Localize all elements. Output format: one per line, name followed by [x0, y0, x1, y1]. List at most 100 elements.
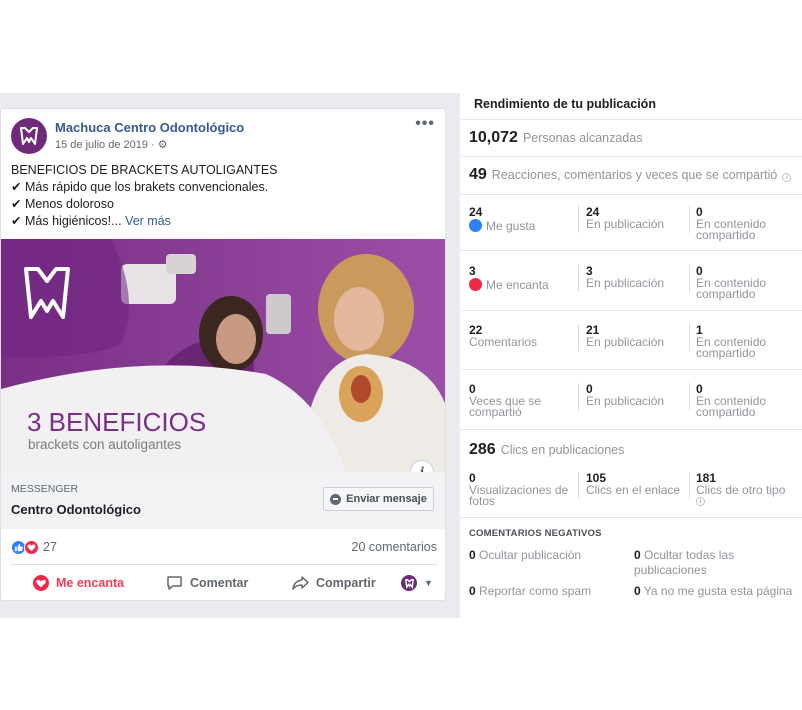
chevron-down-icon: ▼ [424, 578, 433, 588]
panel-divider [461, 369, 802, 370]
actions-divider [11, 564, 437, 565]
panel-divider [461, 310, 802, 311]
report-spam-stat: 0 Reportar como spam [469, 584, 592, 598]
love-react-button[interactable]: Me encanta [33, 575, 124, 591]
send-message-button[interactable]: Enviar mensaje [323, 487, 434, 511]
comment-button[interactable]: Comentar [166, 575, 248, 591]
like-icon [469, 219, 482, 232]
panel-divider [461, 156, 802, 157]
photo-views-cell: 0 Visualizaciones de fotos [469, 471, 569, 508]
likes-on-post-cell: 24 En publicación [586, 205, 665, 231]
link-clicks-cell: 105 Clics en el enlace [586, 471, 681, 497]
likes-shared-cell: 0 En contenido compartido [696, 205, 767, 242]
checkmark-icon: ✔ [11, 197, 22, 211]
page-avatar[interactable] [11, 118, 47, 154]
engagement-label: Reacciones, comentarios y veces que se c… [491, 168, 778, 182]
panel-divider [461, 250, 802, 251]
page-mini-avatar [401, 575, 417, 591]
post-options-button[interactable]: ••• [415, 115, 435, 133]
tooth-logo-icon [20, 127, 38, 145]
panel-divider [461, 517, 802, 518]
post-date[interactable]: 15 de julio de 2019 · ⚙ [55, 138, 168, 151]
heart-icon [33, 575, 49, 591]
post-date-text: 15 de julio de 2019 · [55, 139, 155, 151]
post-bullet: ✔ Menos doloroso [11, 197, 114, 211]
column-divider [578, 206, 579, 233]
panel-divider [461, 119, 802, 120]
panel-divider [461, 429, 802, 430]
comment-label: Comentar [190, 576, 249, 590]
column-divider [689, 265, 690, 292]
clicks-label: Clics en publicaciones [500, 443, 625, 457]
shares-shared-cell: 0 En contenido compartido [696, 382, 767, 419]
clicks-value: 286 [469, 441, 496, 458]
post-text: BENEFICIOS DE BRACKETS AUTOLIGANTES ✔ Más… [11, 162, 278, 230]
column-divider [689, 206, 690, 233]
love-react-label: Me encanta [56, 576, 125, 590]
column-divider [578, 383, 579, 410]
comments-on-post-cell: 21 En publicación [586, 323, 665, 349]
reach-row: 10,072 Personas alcanzadas [469, 129, 642, 147]
hide-post-stat: 0 Ocultar publicación [469, 548, 582, 562]
cta-label: MESSENGER [11, 483, 79, 495]
reactions-summary: 27 20 comentarios [11, 539, 437, 557]
info-icon[interactable]: i [696, 497, 705, 506]
reach-value: 10,072 [469, 129, 518, 146]
column-divider [689, 472, 690, 499]
love-icon [469, 278, 482, 291]
cta-title: Centro Odontológico [11, 502, 141, 517]
clicks-row: 286 Clics en publicaciones [469, 441, 624, 459]
panel-title: Rendimiento de tu publicación [474, 97, 656, 111]
screenshot-canvas: Machuca Centro Odontológico 15 de julio … [0, 0, 802, 710]
share-label: Compartir [316, 576, 376, 590]
post-performance-panel: Rendimiento de tu publicación 10,072 Per… [461, 93, 802, 623]
column-divider [689, 383, 690, 410]
other-clicks-cell: 181 Clics de otro tipo i [696, 471, 786, 506]
banner-headline: 3 BENEFICIOS [27, 407, 206, 437]
see-more-link[interactable]: Ver más [125, 214, 171, 228]
comment-icon [167, 576, 182, 590]
facebook-post: Machuca Centro Odontológico 15 de julio … [0, 108, 446, 601]
share-button[interactable]: Compartir [292, 575, 376, 591]
engagement-value: 49 [469, 166, 487, 183]
post-actions-bar: Me encanta Comentar Compartir ▼ [1, 569, 445, 597]
column-divider [578, 324, 579, 351]
engagement-row: 49 Reacciones, comentarios y veces que s… [469, 166, 792, 184]
privacy-gear-icon[interactable]: ⚙ [158, 139, 168, 151]
shares-total-cell: 0 Veces que se compartió [469, 382, 542, 419]
banner-subline: brackets con autoligantes [28, 437, 181, 452]
checkmark-icon: ✔ [11, 180, 22, 194]
share-icon [292, 576, 309, 590]
column-divider [578, 472, 579, 499]
reactions-count[interactable]: 27 [43, 540, 57, 554]
column-divider [689, 324, 690, 351]
column-divider [578, 265, 579, 292]
negative-feedback-title: COMENTARIOS NEGATIVOS [469, 528, 602, 539]
shares-on-post-cell: 0 En publicación [586, 382, 665, 408]
messenger-icon [330, 493, 342, 505]
unlike-page-stat: 0 Ya no me gusta esta página [634, 584, 793, 598]
page-name-link[interactable]: Machuca Centro Odontológico [55, 120, 244, 135]
post-bullet: ✔ Más rápido que los brakets convencional… [11, 180, 269, 194]
love-reaction-icon [24, 540, 39, 555]
hide-all-stat: 0 Ocultar todas las publicaciones [634, 548, 735, 577]
act-as-page-selector[interactable]: ▼ [401, 575, 433, 591]
comments-count-link[interactable]: 20 comentarios [352, 540, 437, 554]
panel-divider [461, 194, 802, 195]
messenger-cta: MESSENGER Centro Odontológico Enviar men… [1, 472, 445, 529]
comments-total-cell: 22 Comentarios [469, 323, 538, 349]
reaction-icons[interactable] [11, 540, 39, 555]
loves-on-post-cell: 3 En publicación [586, 264, 665, 290]
banner-illustration: 3 BENEFICIOS brackets con autoligantes [1, 239, 445, 472]
loves-shared-cell: 0 En contenido compartido [696, 264, 767, 301]
checkmark-icon: ✔ [11, 214, 22, 228]
post-bullet: ✔ Más higiénicos!... Ver más [11, 214, 171, 228]
post-heading: BENEFICIOS DE BRACKETS AUTOLIGANTES [11, 163, 278, 177]
loves-total-cell: 3 Me encanta [469, 264, 549, 292]
info-icon[interactable]: i [782, 173, 792, 182]
likes-total-cell: 24 Me gusta [469, 205, 536, 233]
comments-shared-cell: 1 En contenido compartido [696, 323, 767, 360]
post-image-banner[interactable]: 3 BENEFICIOS brackets con autoligantes [1, 239, 445, 472]
send-message-label: Enviar mensaje [346, 493, 427, 505]
reach-label: Personas alcanzadas [522, 131, 643, 145]
